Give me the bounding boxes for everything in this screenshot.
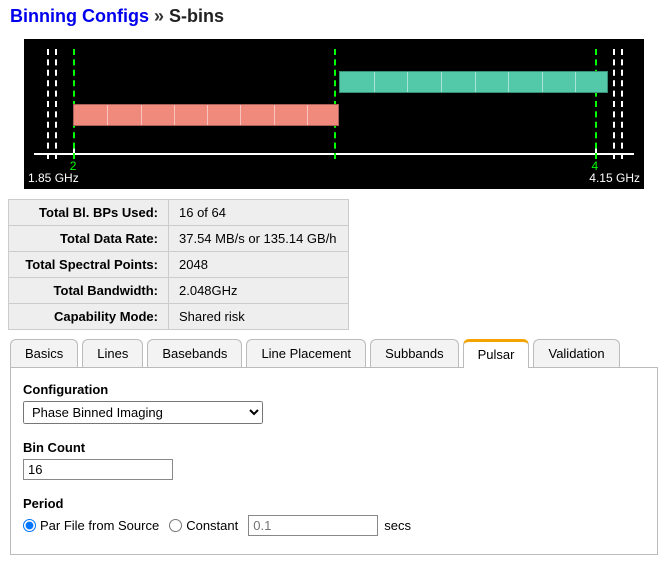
guide-white [47,49,49,159]
summary-row: Total Bl. BPs Used:16 of 64 [9,200,349,226]
tab-subbands[interactable]: Subbands [370,339,459,367]
period-label: Period [23,496,645,511]
tab-bar: BasicsLinesBasebandsLine PlacementSubban… [0,338,668,367]
period-par-radio[interactable] [23,519,36,532]
period-const-radio[interactable] [169,519,182,532]
bin-count-label: Bin Count [23,440,645,455]
band-red [73,104,339,126]
guide-green [595,49,597,159]
breadcrumb-root[interactable]: Binning Configs [10,6,149,26]
breadcrumb: Binning Configs » S-bins [0,0,668,33]
summary-value: 2048 [169,252,349,278]
summary-label: Total Bl. BPs Used: [9,200,169,226]
tab-validation[interactable]: Validation [533,339,619,367]
summary-value: 37.54 MB/s or 135.14 GB/h [169,226,349,252]
period-par-option[interactable]: Par File from Source [23,518,159,533]
period-const-input[interactable] [248,515,378,536]
tab-basics[interactable]: Basics [10,339,78,367]
summary-row: Total Bandwidth:2.048GHz [9,278,349,304]
pulsar-panel: Configuration Phase Binned Imaging Bin C… [10,367,658,555]
summary-value: 2.048GHz [169,278,349,304]
period-const-label: Constant [186,518,238,533]
tab-lines[interactable]: Lines [82,339,143,367]
summary-value: 16 of 64 [169,200,349,226]
summary-row: Capability Mode:Shared risk [9,304,349,330]
summary-label: Total Data Rate: [9,226,169,252]
summary-row: Total Spectral Points:2048 [9,252,349,278]
guide-white [55,49,57,159]
summary-table: Total Bl. BPs Used:16 of 64Total Data Ra… [8,199,349,330]
tab-basebands[interactable]: Basebands [147,339,242,367]
period-par-label: Par File from Source [40,518,159,533]
summary-label: Capability Mode: [9,304,169,330]
axis-min-label: 1.85 GHz [28,171,79,185]
summary-value: Shared risk [169,304,349,330]
tab-line-placement[interactable]: Line Placement [246,339,366,367]
spectrum-chart: 241.85 GHz4.15 GHz [2,39,666,189]
axis-max-label: 4.15 GHz [589,171,640,185]
breadcrumb-sep: » [154,6,164,26]
summary-label: Total Spectral Points: [9,252,169,278]
period-const-option[interactable]: Constant [169,518,238,533]
period-unit: secs [384,518,411,533]
configuration-select[interactable]: Phase Binned Imaging [23,401,263,424]
configuration-label: Configuration [23,382,645,397]
guide-white [621,49,623,159]
tab-pulsar[interactable]: Pulsar [463,339,530,368]
summary-label: Total Bandwidth: [9,278,169,304]
breadcrumb-current: S-bins [169,6,224,26]
bin-count-input[interactable] [23,459,173,480]
summary-row: Total Data Rate:37.54 MB/s or 135.14 GB/… [9,226,349,252]
guide-white [613,49,615,159]
band-green [339,71,608,93]
